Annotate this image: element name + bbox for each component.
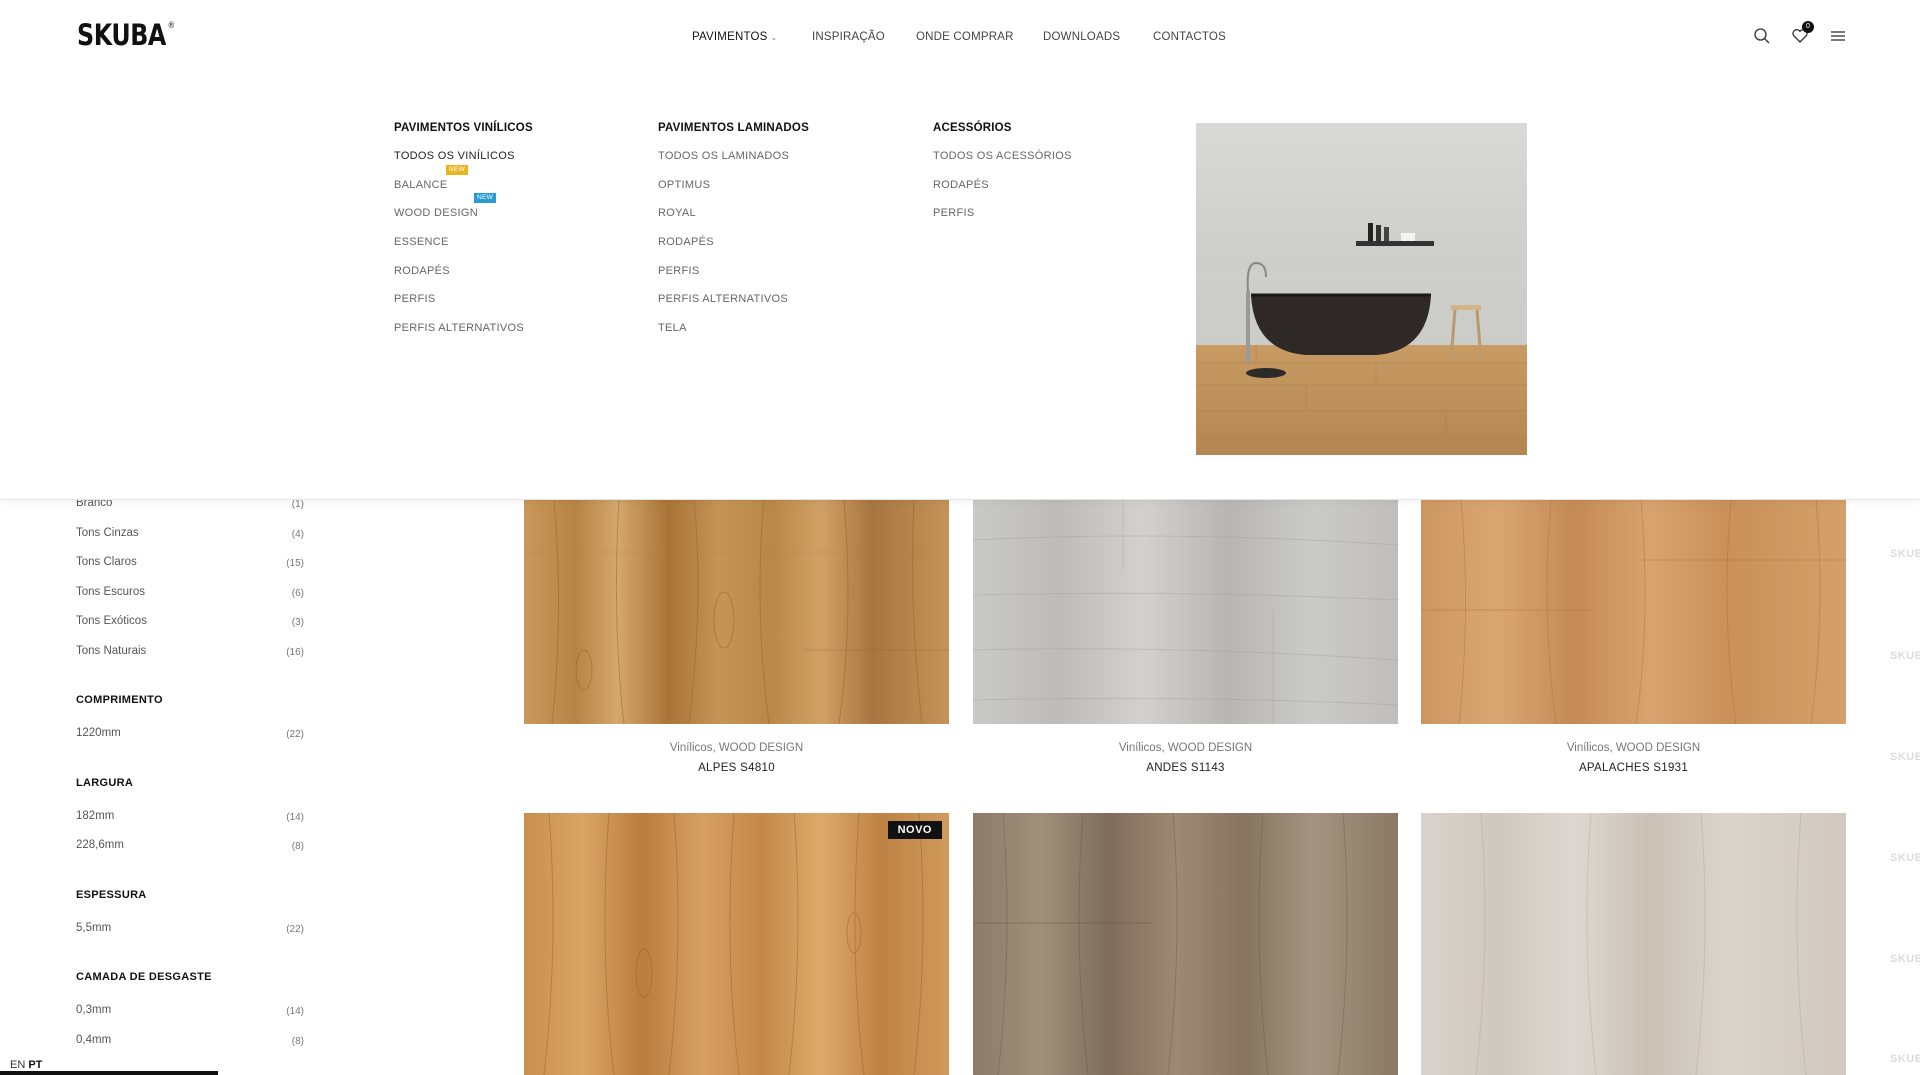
language-switcher: EN PT: [10, 1059, 42, 1071]
bathroom-promo-image[interactable]: [1196, 123, 1527, 455]
skuba-watermark: SKUBA: [1890, 650, 1920, 662]
filter-option[interactable]: Tons Cinzas (4): [76, 527, 304, 557]
product-filters: Branco (1) Tons Cinzas (4) Tons Claros (15)…: [76, 497, 304, 1063]
search-icon[interactable]: [1752, 26, 1772, 46]
menu-hamburger-icon[interactable]: [1828, 26, 1848, 46]
menu-column-title: PAVIMENTOS LAMINADOS: [658, 122, 809, 134]
filter-option[interactable]: 5,5mm (22): [76, 922, 304, 952]
filter-option[interactable]: 0,3mm (14): [76, 1004, 304, 1034]
menu-column-vinilicos: PAVIMENTOS VINÍLICOS TODOS OS VINÍLICOS …: [394, 122, 533, 351]
novo-badge: NOVO: [887, 821, 942, 839]
filter-option[interactable]: 1220mm (22): [76, 727, 304, 757]
skuba-watermark: SKUBA: [1890, 953, 1920, 965]
mega-menu: PAVIMENTOS VINÍLICOS TODOS OS VINÍLICOS …: [0, 74, 1920, 500]
skuba-watermark: SKUBA: [1890, 751, 1920, 763]
menu-item-todos-acessorios[interactable]: TODOS OS ACESSÓRIOS: [933, 150, 1072, 179]
product-image[interactable]: [524, 500, 949, 724]
menu-item-rodapes[interactable]: RODAPÉS: [658, 236, 809, 265]
product-card: Vinílicos, WOOD DESIGN APALACHES S1931: [1421, 500, 1846, 774]
nav-contactos[interactable]: CONTACTOS: [1153, 31, 1226, 43]
product-image[interactable]: [973, 813, 1398, 1075]
product-card: NOVO: [524, 813, 949, 1075]
product-image[interactable]: [1421, 500, 1846, 724]
nav-downloads[interactable]: DOWNLOADS: [1043, 31, 1120, 43]
skuba-watermark: SKUBA: [1890, 1053, 1920, 1065]
skuba-watermark: SKUBA: [1890, 852, 1920, 864]
language-bar: [0, 1071, 218, 1075]
filter-option[interactable]: Tons Claros (15): [76, 556, 304, 586]
filter-option[interactable]: Tons Naturais (16): [76, 645, 304, 675]
menu-item-perfis[interactable]: PERFIS: [933, 207, 1072, 236]
product-card: [1421, 813, 1846, 1075]
filter-option[interactable]: 182mm (14): [76, 810, 304, 840]
menu-column-acessorios: ACESSÓRIOS TODOS OS ACESSÓRIOS RODAPÉS P…: [933, 122, 1072, 236]
product-category: Vinílicos, WOOD DESIGN: [1118, 742, 1253, 754]
chevron-down-icon: ⌄: [770, 33, 778, 42]
menu-item-rodapes[interactable]: RODAPÉS: [394, 265, 533, 294]
product-name[interactable]: APALACHES S1931: [1421, 762, 1846, 774]
menu-item-perfis-alternativos[interactable]: PERFIS ALTERNATIVOS: [394, 322, 533, 351]
filter-option[interactable]: Tons Escuros (6): [76, 586, 304, 616]
product-name[interactable]: ALPES S4810: [524, 762, 949, 774]
filter-heading-espessura: ESPESSURA: [76, 888, 147, 901]
product-name[interactable]: ANDES S1143: [973, 762, 1398, 774]
nav-pavimentos[interactable]: PAVIMENTOS ⌄: [692, 31, 777, 43]
product-card: Vinílicos, WOOD DESIGN ALPES S4810: [524, 500, 949, 774]
nav-inspiracao[interactable]: INSPIRAÇÃO: [812, 31, 885, 43]
menu-column-title: ACESSÓRIOS: [933, 122, 1012, 134]
menu-item-balance[interactable]: BALANCE NEW: [394, 164, 533, 208]
menu-item-essence[interactable]: ESSENCE: [394, 236, 533, 265]
product-image[interactable]: NOVO: [524, 813, 949, 1075]
new-tag: NEW: [446, 164, 469, 175]
filter-heading-largura: LARGURA: [76, 776, 134, 789]
filter-option[interactable]: 0,4mm (8): [76, 1034, 304, 1064]
product-card: [973, 813, 1398, 1075]
lang-pt[interactable]: PT: [28, 1059, 42, 1071]
product-category: Vinílicos, WOOD DESIGN: [1566, 742, 1701, 754]
menu-item-perfis[interactable]: PERFIS: [394, 293, 533, 322]
menu-item-todos-laminados[interactable]: TODOS OS LAMINADOS: [658, 150, 809, 179]
filter-option[interactable]: Branco (1): [76, 497, 304, 527]
filter-option[interactable]: Tons Exóticos (3): [76, 615, 304, 645]
lang-en[interactable]: EN: [10, 1059, 25, 1071]
new-tag: NEW: [474, 193, 497, 204]
product-category: Vinílicos, WOOD DESIGN: [669, 742, 804, 754]
skuba-watermark: SKUBA: [1890, 548, 1920, 560]
product-card: Vinílicos, WOOD DESIGN ANDES S1143: [973, 500, 1398, 774]
filter-heading-comprimento: COMPRIMENTO: [76, 694, 163, 706]
menu-item-tela[interactable]: TELA: [658, 322, 809, 351]
menu-item-royal[interactable]: ROYAL: [658, 207, 809, 236]
wishlist-heart-icon[interactable]: 0: [1790, 21, 1814, 46]
menu-item-perfis[interactable]: PERFIS: [658, 265, 809, 294]
menu-item-perfis-alternativos[interactable]: PERFIS ALTERNATIVOS: [658, 293, 809, 322]
main-nav: PAVIMENTOS ⌄ INSPIRAÇÃO ONDE COMPRAR DOWN…: [0, 31, 1920, 45]
site-header: SKUBA ® PAVIMENTOS ⌄ INSPIRAÇÃO ONDE COMPR…: [0, 0, 1920, 74]
filter-heading-camada: CAMADA DE DESGASTE: [76, 971, 212, 983]
filter-option[interactable]: 228,6mm (8): [76, 839, 304, 869]
menu-item-rodapes[interactable]: RODAPÉS: [933, 179, 1072, 208]
menu-column-title: PAVIMENTOS VINÍLICOS: [394, 122, 533, 134]
menu-item-optimus[interactable]: OPTIMUS: [658, 179, 809, 208]
wishlist-count-badge: 0: [1802, 21, 1814, 33]
menu-column-laminados: PAVIMENTOS LAMINADOS TODOS OS LAMINADOS …: [658, 122, 809, 351]
menu-item-wood-design[interactable]: WOOD DESIGN NEW: [394, 193, 533, 236]
product-image[interactable]: [973, 500, 1398, 724]
product-image[interactable]: [1421, 813, 1846, 1075]
nav-onde-comprar[interactable]: ONDE COMPRAR: [916, 31, 1014, 43]
